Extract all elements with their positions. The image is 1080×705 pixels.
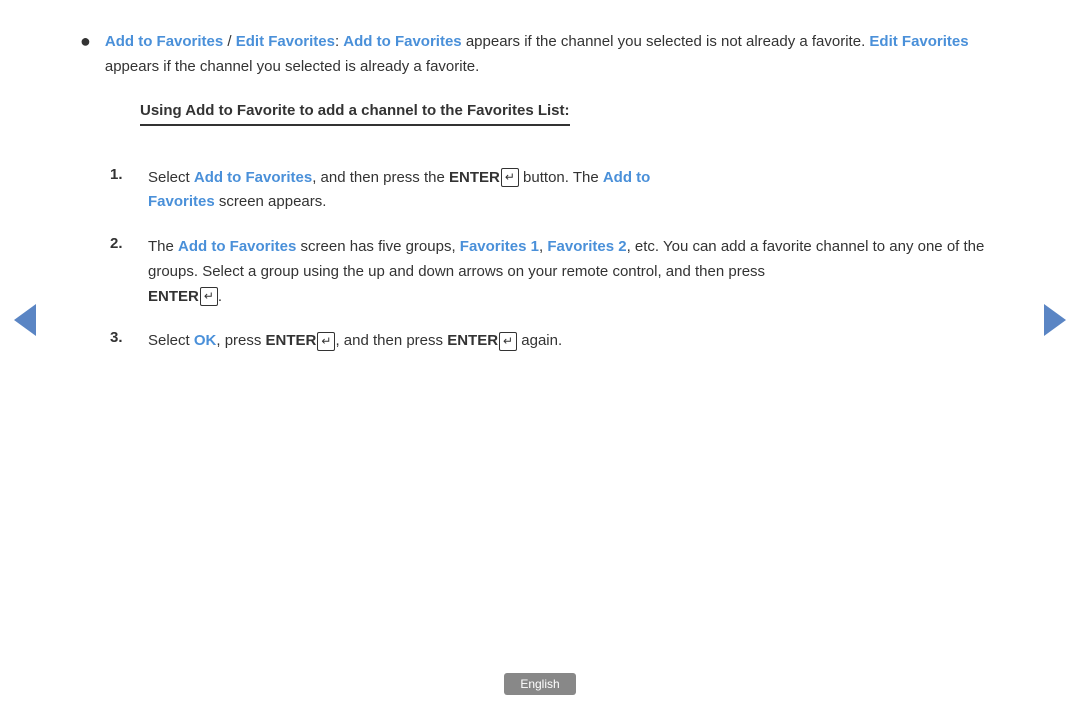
step-1-pre: Select (148, 169, 194, 186)
step-1: 1. Select Add to Favorites, and then pre… (110, 166, 1000, 216)
bullet-text: Add to Favorites / Edit Favorites: Add t… (105, 30, 1000, 80)
step-1-link1[interactable]: Add to Favorites (194, 169, 312, 186)
step-1-mid1: , and then press the (312, 169, 449, 186)
step-2-pre: The (148, 238, 178, 255)
step-3-link1[interactable]: OK (194, 332, 217, 349)
step-2-link3[interactable]: Favorites 2 (547, 238, 626, 255)
step-3-enter2-label: ENTER (447, 332, 498, 349)
add-to-favorites-link-1[interactable]: Add to Favorites (105, 33, 223, 50)
step-2-link1[interactable]: Add to Favorites (178, 238, 296, 255)
step-1-post: screen appears. (215, 193, 327, 210)
step-3-post: again. (517, 332, 562, 349)
step-2-text: The Add to Favorites screen has five gro… (148, 235, 1000, 309)
step-3-pre: Select (148, 332, 194, 349)
bottom-bar: English (0, 663, 1080, 705)
steps-list: 1. Select Add to Favorites, and then pre… (110, 166, 1000, 355)
step-3-mid2: , and then press (335, 332, 447, 349)
step-2: 2. The Add to Favorites screen has five … (110, 235, 1000, 309)
step-1-mid2: button. The (519, 169, 603, 186)
step-3-number: 3. (110, 329, 140, 346)
add-to-favorites-link-2[interactable]: Add to Favorites (343, 33, 461, 50)
step-3-mid1: , press (216, 332, 265, 349)
step-1-enter-icon: ↵ (501, 168, 519, 187)
step-2-enter-icon: ↵ (200, 287, 218, 306)
step-2-mid1: screen has five groups, (296, 238, 459, 255)
edit-favorites-link-2[interactable]: Edit Favorites (869, 33, 968, 50)
language-badge[interactable]: English (504, 673, 575, 695)
step-2-post: . (218, 288, 222, 305)
step-2-number: 2. (110, 235, 140, 252)
step-1-number: 1. (110, 166, 140, 183)
step-3-enter2-icon: ↵ (499, 332, 517, 351)
bullet-text-2: appears if the channel you selected is a… (105, 58, 479, 75)
edit-favorites-link-1[interactable]: Edit Favorites (236, 33, 335, 50)
step-3-text: Select OK, press ENTER↵, and then press … (148, 329, 562, 354)
step-3-enter1-icon: ↵ (317, 332, 335, 351)
step-2-enter-label: ENTER (148, 288, 199, 305)
bullet-dot: ● (80, 31, 91, 52)
step-3-enter1-label: ENTER (266, 332, 317, 349)
bullet-text-1: appears if the channel you selected is n… (462, 33, 870, 50)
section-heading: Using Add to Favorite to add a channel t… (140, 102, 570, 126)
step-3: 3. Select OK, press ENTER↵, and then pre… (110, 329, 1000, 354)
subheading-wrapper: Using Add to Favorite to add a channel t… (110, 102, 1000, 146)
step-2-link2[interactable]: Favorites 1 (460, 238, 539, 255)
step-1-enter-label: ENTER (449, 169, 500, 186)
step-1-text: Select Add to Favorites, and then press … (148, 166, 650, 216)
separator: / (227, 33, 235, 50)
bullet-section: ● Add to Favorites / Edit Favorites: Add… (80, 30, 1000, 80)
